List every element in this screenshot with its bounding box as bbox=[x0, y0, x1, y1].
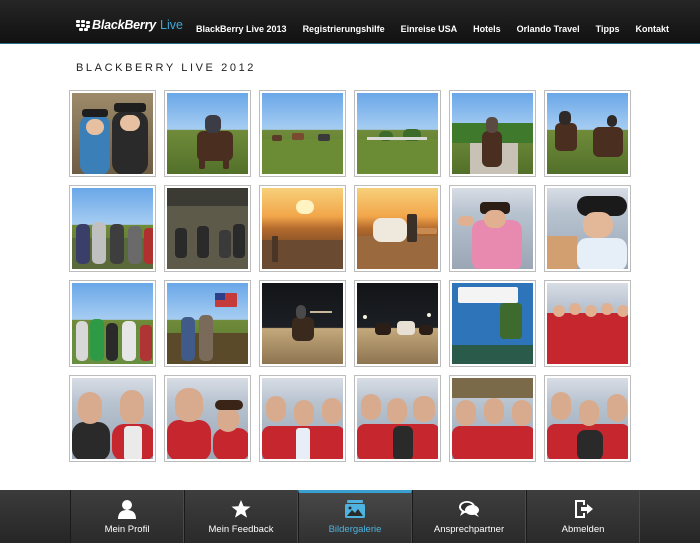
gallery-photo bbox=[167, 93, 248, 174]
main-nav: BlackBerry Live 2013 Registrierungshilfe… bbox=[196, 24, 685, 34]
blackberry-live-logo[interactable]: BlackBerry Live bbox=[76, 17, 183, 33]
gallery-photo bbox=[357, 93, 438, 174]
nav-item-tipps[interactable]: Tipps bbox=[596, 24, 620, 34]
gallery-thumbnail[interactable] bbox=[164, 185, 251, 272]
gallery-thumbnail[interactable] bbox=[354, 375, 441, 462]
tab-bildergalerie[interactable]: Bildergalerie bbox=[298, 490, 412, 543]
gallery-thumbnail[interactable] bbox=[449, 280, 536, 367]
gallery-photo bbox=[357, 378, 438, 459]
tab-label: Mein Profil bbox=[104, 524, 150, 535]
tab-mein-feedback[interactable]: Mein Feedback bbox=[184, 490, 298, 543]
nav-item-einreise-usa[interactable]: Einreise USA bbox=[401, 24, 458, 34]
gallery-thumbnail[interactable] bbox=[544, 90, 631, 177]
gallery-thumbnail[interactable] bbox=[69, 90, 156, 177]
nav-item-hotels[interactable]: Hotels bbox=[473, 24, 501, 34]
gallery-photo bbox=[167, 283, 248, 364]
gallery-thumbnail[interactable] bbox=[544, 375, 631, 462]
logout-icon bbox=[575, 500, 593, 518]
tab-abmelden[interactable]: Abmelden bbox=[526, 490, 640, 543]
gallery-photo bbox=[547, 93, 628, 174]
gallery-photo bbox=[262, 93, 343, 174]
gallery-photo bbox=[262, 188, 343, 269]
gallery-thumbnail[interactable] bbox=[69, 185, 156, 272]
gallery-photo bbox=[357, 283, 438, 364]
gallery-icon bbox=[345, 500, 365, 518]
gallery-thumbnail[interactable] bbox=[449, 375, 536, 462]
gallery-thumbnail[interactable] bbox=[544, 185, 631, 272]
star-icon bbox=[231, 500, 251, 518]
gallery-thumbnail[interactable] bbox=[259, 90, 346, 177]
photo-gallery bbox=[69, 90, 633, 464]
brand-suffix: Live bbox=[160, 18, 183, 32]
tab-label: Abmelden bbox=[561, 524, 605, 535]
gallery-photo bbox=[452, 378, 533, 459]
gallery-thumbnail[interactable] bbox=[69, 375, 156, 462]
gallery-thumbnail[interactable] bbox=[259, 185, 346, 272]
gallery-thumbnail[interactable] bbox=[259, 375, 346, 462]
user-icon bbox=[118, 500, 136, 519]
gallery-photo bbox=[72, 188, 153, 269]
page-title: BLACKBERRY LIVE 2012 bbox=[76, 62, 257, 74]
gallery-photo bbox=[167, 378, 248, 459]
gallery-photo bbox=[452, 188, 533, 269]
gallery-thumbnail[interactable] bbox=[449, 90, 536, 177]
gallery-photo bbox=[262, 378, 343, 459]
nav-item-blackberry-live-2013[interactable]: BlackBerry Live 2013 bbox=[196, 24, 287, 34]
nav-item-registrierungshilfe[interactable]: Registrierungshilfe bbox=[303, 24, 385, 34]
gallery-photo bbox=[72, 283, 153, 364]
gallery-thumbnail[interactable] bbox=[449, 185, 536, 272]
tab-label: Bildergalerie bbox=[328, 524, 382, 535]
gallery-thumbnail[interactable] bbox=[164, 375, 251, 462]
top-header: BlackBerry Live BlackBerry Live 2013 Reg… bbox=[0, 0, 700, 44]
gallery-photo bbox=[547, 188, 628, 269]
gallery-thumbnail[interactable] bbox=[354, 280, 441, 367]
nav-item-kontakt[interactable]: Kontakt bbox=[636, 24, 670, 34]
tab-label: Ansprechpartner bbox=[433, 524, 505, 535]
gallery-thumbnail[interactable] bbox=[354, 185, 441, 272]
gallery-photo bbox=[262, 283, 343, 364]
gallery-photo bbox=[452, 93, 533, 174]
nav-item-orlando-travel[interactable]: Orlando Travel bbox=[517, 24, 580, 34]
gallery-thumbnail[interactable] bbox=[164, 280, 251, 367]
tab-mein-profil[interactable]: Mein Profil bbox=[70, 490, 184, 543]
chat-bubbles-icon bbox=[459, 501, 479, 517]
brand-name: BlackBerry bbox=[92, 18, 157, 32]
gallery-photo bbox=[547, 378, 628, 459]
gallery-photo bbox=[547, 283, 628, 364]
gallery-photo bbox=[452, 283, 533, 364]
gallery-photo bbox=[72, 93, 153, 174]
gallery-photo bbox=[167, 188, 248, 269]
gallery-photo bbox=[72, 378, 153, 459]
gallery-photo bbox=[357, 188, 438, 269]
blackberry-logo-icon bbox=[76, 19, 90, 31]
gallery-thumbnail[interactable] bbox=[544, 280, 631, 367]
gallery-thumbnail[interactable] bbox=[69, 280, 156, 367]
tab-label: Mein Feedback bbox=[208, 524, 274, 535]
tab-ansprechpartner[interactable]: Ansprechpartner bbox=[412, 490, 526, 543]
gallery-thumbnail[interactable] bbox=[354, 90, 441, 177]
gallery-thumbnail[interactable] bbox=[164, 90, 251, 177]
gallery-thumbnail[interactable] bbox=[259, 280, 346, 367]
bottom-tab-bar: Mein Profil Mein Feedback Bildergalerie … bbox=[0, 490, 700, 543]
